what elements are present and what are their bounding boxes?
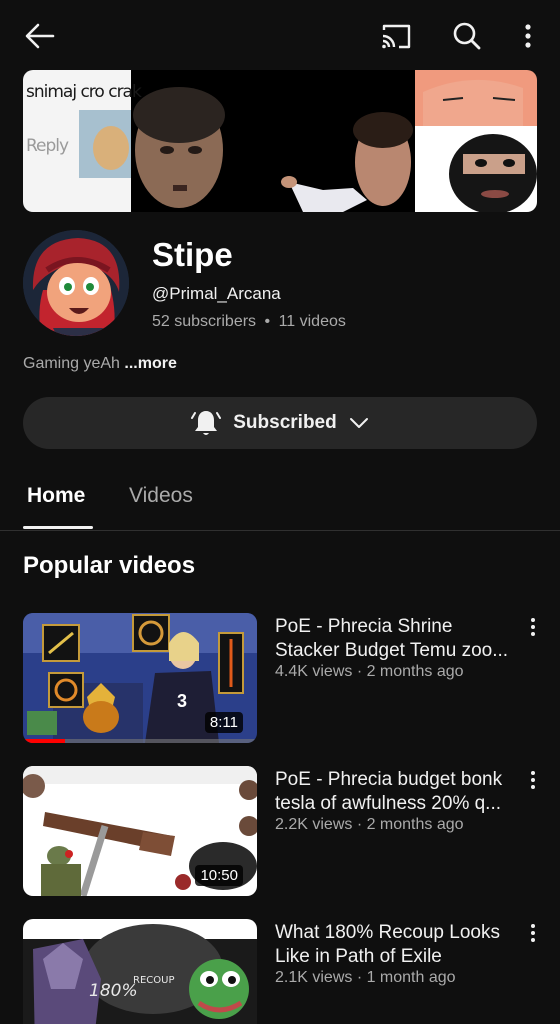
channel-avatar[interactable] [23, 230, 129, 336]
banner-caption-reply: Reply [26, 136, 69, 156]
video-duration: 10:50 [195, 865, 243, 886]
avatar-image [23, 230, 129, 336]
channel-stats: 52 subscribers • 11 videos [152, 313, 346, 331]
bell-icon [191, 411, 222, 435]
vertical-dots-icon [531, 771, 535, 789]
video-metadata: 4.4K views · 2 months ago [275, 663, 464, 680]
video-title-line-2: tesla of awfulness 20% q... [275, 793, 502, 814]
search-icon [453, 22, 481, 50]
watch-progress-fill [23, 739, 66, 743]
video-more-button[interactable] [523, 921, 543, 945]
cast-button[interactable] [378, 18, 414, 54]
video-count: 11 videos [278, 313, 346, 330]
video-item[interactable]: 10:50 PoE - Phrecia budget bonk tesla of… [23, 766, 537, 896]
subscribed-label: Subscribed [233, 412, 337, 433]
vertical-dots-icon [525, 24, 531, 48]
video-metadata: 2.2K views · 2 months ago [275, 816, 464, 833]
chevron-down-icon [349, 418, 368, 428]
vertical-dots-icon [531, 618, 535, 636]
thumbnail-overlay-text-small: RECOUP [133, 975, 175, 986]
channel-description[interactable]: Gaming yeAh ...more [23, 355, 177, 373]
video-metadata: 2.1K views · 1 month ago [275, 969, 456, 986]
section-title: Popular videos [23, 552, 196, 579]
video-title-line-2: Stacker Budget Temu zoo... [275, 640, 509, 661]
channel-handle: @Primal_Arcana [152, 284, 281, 303]
arrow-left-icon [25, 23, 55, 49]
video-thumbnail[interactable]: 3 8:11 [23, 613, 257, 743]
video-more-button[interactable] [523, 615, 543, 639]
channel-tabs: Home Videos [0, 470, 560, 531]
video-title[interactable]: PoE - Phrecia Shrine Stacker Budget Temu… [275, 615, 523, 663]
tab-home[interactable]: Home [27, 484, 85, 508]
video-title[interactable]: What 180% Recoup Looks Like in Path of E… [275, 921, 523, 969]
top-app-bar [0, 0, 560, 70]
svg-text:3: 3 [177, 691, 187, 711]
video-title-line-1: PoE - Phrecia Shrine [275, 616, 453, 637]
stats-separator: • [264, 313, 271, 330]
video-title-line-1: PoE - Phrecia budget bonk [275, 769, 503, 790]
back-button[interactable] [22, 18, 58, 54]
description-more-link[interactable]: ...more [124, 355, 176, 372]
banner-caption-top: snimaj cro crak [26, 82, 142, 102]
thumbnail-image [23, 919, 257, 1024]
video-item[interactable]: 3 8:11 PoE - Phrecia Shrine Stacker Budg… [23, 613, 537, 743]
thumbnail-overlay-text: 180% [89, 981, 138, 1001]
channel-name: Stipe [152, 236, 233, 273]
video-item[interactable]: 180% RECOUP What 180% Recoup Looks Like … [23, 919, 537, 1024]
watch-progress-bar [23, 739, 257, 743]
video-more-button[interactable] [523, 768, 543, 792]
subscriber-count: 52 subscribers [152, 313, 257, 330]
video-duration: 8:11 [204, 712, 243, 733]
subscribed-button[interactable]: Subscribed [23, 397, 537, 449]
active-tab-indicator [23, 526, 93, 529]
video-thumbnail[interactable]: 180% RECOUP [23, 919, 257, 1024]
cast-icon [382, 24, 411, 49]
vertical-dots-icon [531, 924, 535, 942]
channel-banner: snimaj cro crak Reply [23, 70, 537, 212]
video-title-line-2: Like in Path of Exile [275, 946, 442, 967]
video-title[interactable]: PoE - Phrecia budget bonk tesla of awful… [275, 768, 523, 816]
video-thumbnail[interactable]: 10:50 [23, 766, 257, 896]
description-text: Gaming yeAh [23, 355, 120, 372]
video-title-line-1: What 180% Recoup Looks [275, 922, 500, 943]
tab-videos[interactable]: Videos [129, 484, 193, 508]
search-button[interactable] [449, 18, 485, 54]
more-options-button[interactable] [510, 18, 546, 54]
